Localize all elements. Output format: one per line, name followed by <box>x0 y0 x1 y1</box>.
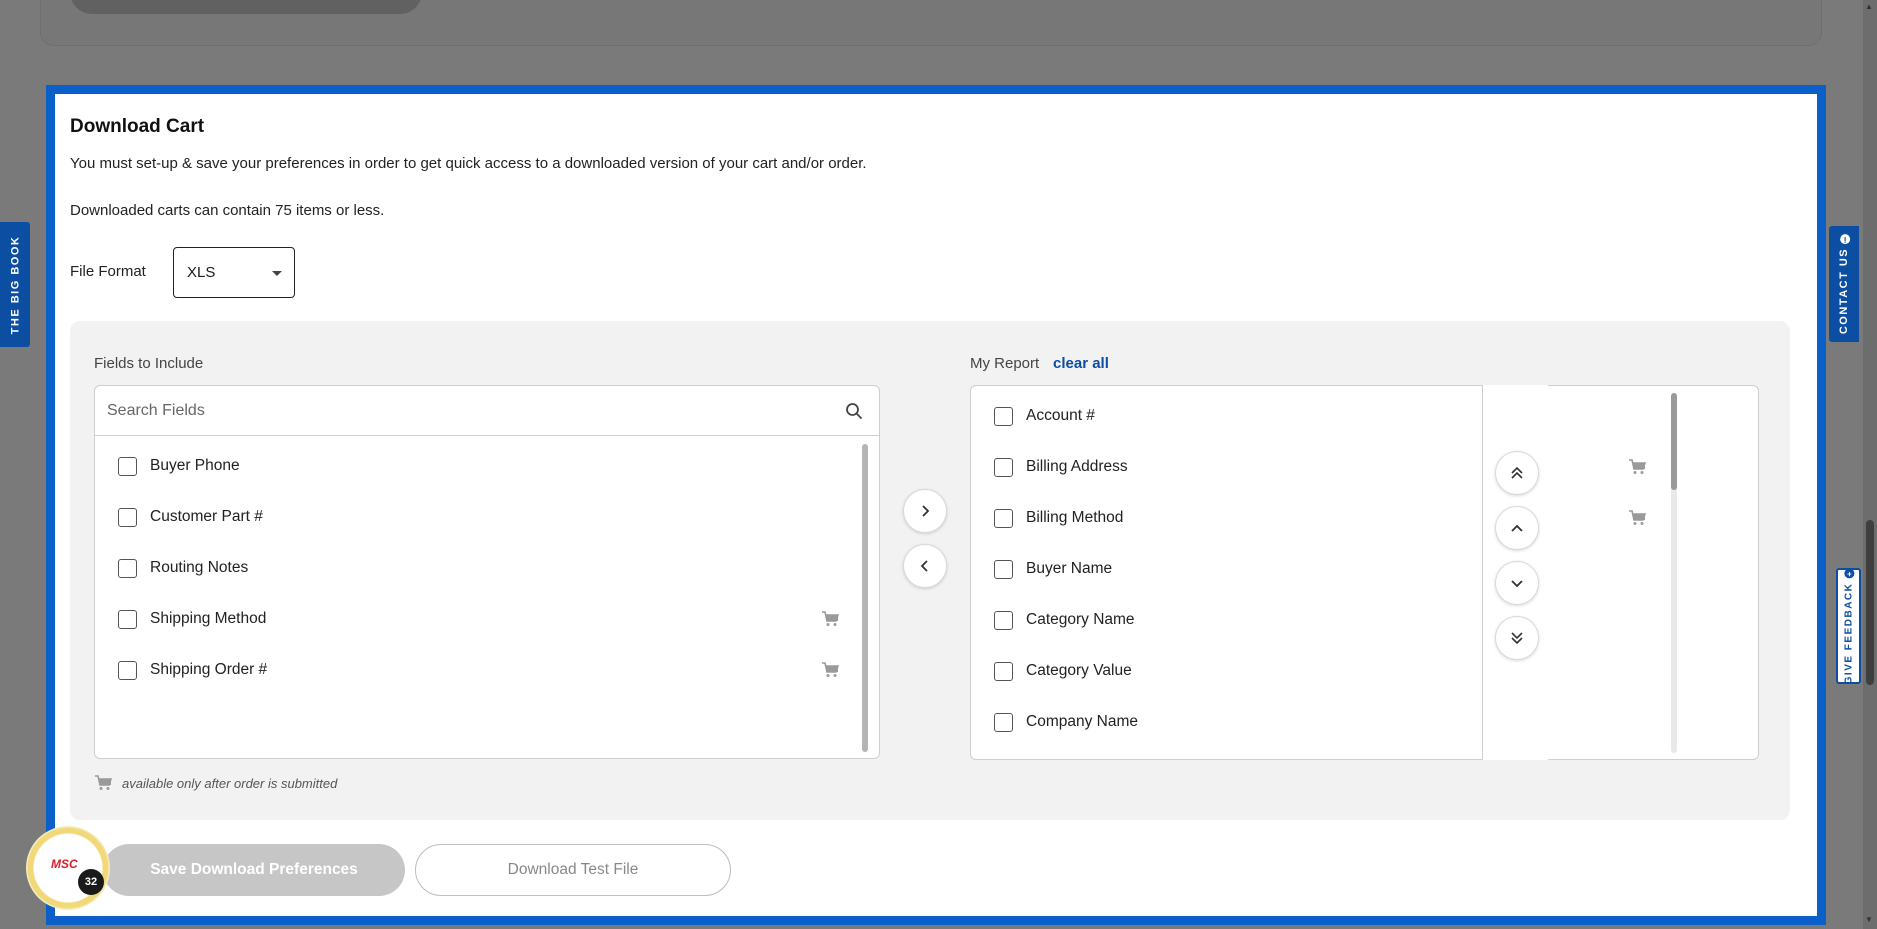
field-label: Shipping Method <box>150 610 267 627</box>
checkbox[interactable] <box>994 559 1013 579</box>
chevron-right-icon <box>922 505 930 517</box>
report-item[interactable]: Account # <box>994 401 1095 431</box>
cart-icon <box>1629 459 1646 474</box>
report-item[interactable]: Category Value <box>994 656 1132 686</box>
field-label: Buyer Phone <box>150 457 240 474</box>
field-item[interactable]: Routing Notes <box>118 553 248 583</box>
scroll-up-arrow-icon[interactable]: ▲ <box>1865 2 1873 11</box>
checkbox[interactable] <box>994 610 1013 630</box>
report-item-label: Billing Method <box>1026 509 1124 526</box>
fields-to-include-label: Fields to Include <box>94 355 204 372</box>
move-to-bottom-button[interactable] <box>1495 616 1539 660</box>
contact-us-tab[interactable]: CONTACT US i <box>1829 226 1859 342</box>
checkbox[interactable] <box>994 406 1013 426</box>
double-chevron-down-icon <box>1511 632 1523 645</box>
page-scrollbar[interactable]: ▲ ▼ <box>1863 0 1877 929</box>
page-scrollbar-thumb[interactable] <box>1866 520 1874 685</box>
reorder-controls <box>1482 385 1552 760</box>
field-item[interactable]: Shipping Order # <box>118 655 267 685</box>
fields-panel: Fields to Include My Report clear all Bu… <box>70 321 1790 820</box>
checkbox[interactable] <box>994 712 1013 732</box>
cart-icon <box>95 775 112 790</box>
remove-field-button[interactable] <box>903 544 947 588</box>
report-list-scrollbar-thumb[interactable] <box>1671 393 1677 490</box>
available-fields-list: Buyer Phone Customer Part # Routing Note… <box>94 385 880 759</box>
chevron-down-icon <box>1511 580 1523 588</box>
move-up-button[interactable] <box>1495 506 1539 550</box>
file-format-select[interactable]: XLS <box>173 247 295 298</box>
notification-count-badge: 32 <box>78 869 104 895</box>
search-icon[interactable] <box>845 402 863 420</box>
report-item[interactable]: Billing Method <box>994 503 1123 533</box>
file-format-value: XLS <box>187 264 216 281</box>
report-item[interactable]: Buyer Name <box>994 554 1112 584</box>
checkbox[interactable] <box>118 558 137 578</box>
plus-icon: + <box>1844 568 1855 579</box>
background-button <box>70 0 422 14</box>
search-input[interactable] <box>107 398 807 424</box>
checkbox[interactable] <box>994 457 1013 477</box>
modal-title: Download Cart <box>70 116 205 137</box>
big-book-tab-label: THE BIG BOOK <box>9 235 22 334</box>
caret-down-icon <box>272 271 282 276</box>
cart-limit-note: Downloaded carts can contain 75 items or… <box>70 202 385 219</box>
move-down-button[interactable] <box>1495 561 1539 605</box>
report-item[interactable]: Category Name <box>994 605 1135 635</box>
modal-description: You must set-up & save your preferences … <box>70 155 867 172</box>
report-item-label: Category Value <box>1026 662 1132 679</box>
contact-us-tab-label: CONTACT US <box>1838 247 1851 335</box>
field-item[interactable]: Shipping Method <box>118 604 266 634</box>
cart-note-text: available only after order is submitted <box>122 775 338 791</box>
move-to-top-button[interactable] <box>1495 451 1539 495</box>
cart-icon <box>1629 510 1646 525</box>
clear-all-link[interactable]: clear all <box>1053 355 1109 372</box>
chevron-up-icon <box>1511 524 1523 532</box>
field-label: Routing Notes <box>150 559 249 576</box>
download-cart-modal: Download Cart You must set-up & save you… <box>46 85 1826 925</box>
msc-logo: MSC <box>51 857 78 871</box>
search-fields <box>95 386 879 436</box>
field-label: Customer Part # <box>150 508 263 525</box>
cart-icon <box>822 611 839 626</box>
give-feedback-tab[interactable]: GIVE FEEDBACK + <box>1836 568 1861 684</box>
report-item-label: Company Name <box>1026 713 1138 730</box>
double-chevron-up-icon <box>1511 466 1523 479</box>
my-report-label: My Report <box>970 355 1040 372</box>
file-format-label: File Format <box>70 263 146 280</box>
cart-note: available only after order is submitted <box>94 775 337 791</box>
checkbox[interactable] <box>118 609 137 629</box>
checkbox[interactable] <box>118 507 137 527</box>
chevron-left-icon <box>920 560 928 572</box>
report-item[interactable]: Billing Address <box>994 452 1128 482</box>
give-feedback-tab-label: GIVE FEEDBACK <box>1843 582 1855 684</box>
download-test-file-button[interactable]: Download Test File <box>415 844 731 896</box>
report-list-scrollbar[interactable] <box>1671 393 1677 753</box>
report-item-label: Buyer Name <box>1026 560 1113 577</box>
field-label: Shipping Order # <box>150 661 268 678</box>
checkbox[interactable] <box>994 508 1013 528</box>
checkbox[interactable] <box>994 661 1013 681</box>
checkbox[interactable] <box>118 660 137 680</box>
field-item[interactable]: Buyer Phone <box>118 451 240 481</box>
fields-list-scrollbar[interactable] <box>862 444 868 752</box>
report-item-label: Category Name <box>1026 611 1135 628</box>
report-item[interactable]: Company Name <box>994 707 1138 737</box>
my-report-list: Account # Billing Address Billing Method <box>970 385 1759 760</box>
msc-assistant-badge[interactable]: MSC 32 <box>26 826 110 910</box>
scroll-down-arrow-icon[interactable]: ▼ <box>1865 915 1873 924</box>
add-field-button[interactable] <box>903 489 947 533</box>
report-item-label: Account # <box>1026 407 1095 424</box>
save-download-preferences-button[interactable]: Save Download Preferences <box>103 844 405 896</box>
field-item[interactable]: Customer Part # <box>118 502 263 532</box>
fields-list-scrollbar-thumb[interactable] <box>862 444 868 752</box>
info-icon: i <box>1840 233 1851 244</box>
big-book-tab[interactable]: THE BIG BOOK <box>0 222 30 347</box>
checkbox[interactable] <box>118 456 137 476</box>
report-item-label: Billing Address <box>1026 458 1128 475</box>
cart-icon <box>822 662 839 677</box>
